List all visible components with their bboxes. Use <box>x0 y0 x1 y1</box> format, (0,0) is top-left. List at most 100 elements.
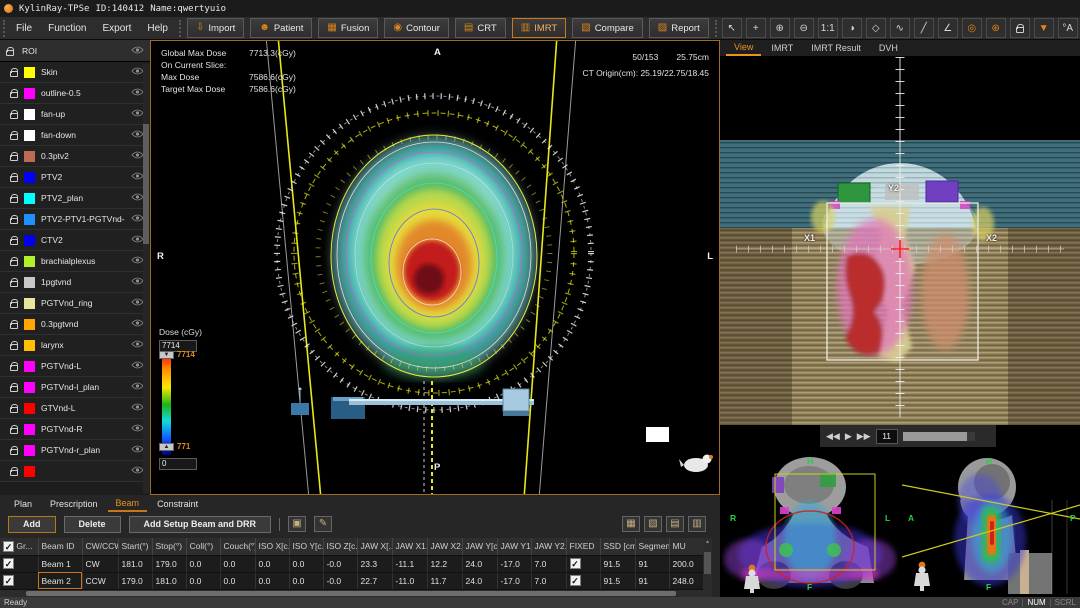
beam-value-cell[interactable]: -11.0 <box>392 572 427 589</box>
menu-export[interactable]: Export <box>94 23 139 34</box>
roi-row[interactable]: PGTVnd-L <box>0 356 150 377</box>
roi-row[interactable]: fan-up <box>0 104 150 125</box>
roi-row[interactable]: 0.3pgtvnd <box>0 314 150 335</box>
tab-imrt[interactable]: IMRT <box>763 42 801 55</box>
save-beam-template-icon[interactable]: ▣ <box>288 516 306 532</box>
beam-value-cell[interactable]: 24.0 <box>462 555 497 572</box>
beam-select-cell[interactable]: ✓ <box>0 572 38 589</box>
beam-value-cell[interactable]: 181.0 <box>118 555 152 572</box>
lock-icon[interactable] <box>10 386 18 392</box>
beam-fixed-cell[interactable]: ✓ <box>566 572 600 589</box>
beam-value-cell[interactable]: -0.0 <box>323 555 357 572</box>
play-icon[interactable]: ▶ <box>845 431 852 441</box>
target-tool-button[interactable]: ◎ <box>962 18 982 38</box>
roi-row[interactable]: PTV2-PTV1-PGTVnd-PGTVn: <box>0 209 150 230</box>
opposed-beam-icon[interactable]: ▧ <box>644 516 662 532</box>
module-compare-button[interactable]: ▧Compare <box>572 18 643 38</box>
beam-value-cell[interactable]: -0.0 <box>323 572 357 589</box>
column-header[interactable]: Coll(°) <box>186 538 220 555</box>
roi-row[interactable]: GTVnd-L <box>0 398 150 419</box>
column-header[interactable]: SSD [cm] <box>600 538 635 555</box>
lock-icon[interactable] <box>10 239 18 245</box>
actual-size-tool-button[interactable]: 1:1 <box>818 18 838 38</box>
add-beam-button[interactable]: Add <box>8 516 56 533</box>
beam-value-cell[interactable]: 0.0 <box>255 572 289 589</box>
beam-row[interactable]: ✓Beam 1CW181.0179.00.00.00.00.0-0.023.3-… <box>0 555 704 572</box>
window-level-tool-button[interactable]: ◑ <box>842 18 862 38</box>
fixed-checkbox[interactable]: ✓ <box>570 575 581 586</box>
roi-row[interactable]: CTV2 <box>0 230 150 251</box>
beam-value-cell[interactable]: 91.5 <box>600 572 635 589</box>
lock-icon[interactable] <box>10 134 18 140</box>
eye-icon[interactable] <box>131 46 144 56</box>
beam-eye-view[interactable]: Y2 X1 X2 ◀◀ ▶ ▶▶ 11 <box>720 57 1080 455</box>
beam-value-cell[interactable]: 248.0 <box>669 572 704 589</box>
roi-row[interactable]: PGTVnd-l_plan <box>0 377 150 398</box>
column-header[interactable]: Start(°) <box>118 538 152 555</box>
roi-row[interactable]: fan-down <box>0 125 150 146</box>
export-table-icon[interactable]: ▤ <box>666 516 684 532</box>
beam-value-cell[interactable]: 7.0 <box>531 555 566 572</box>
column-header[interactable]: JAW X[... <box>357 538 392 555</box>
beam-id-cell[interactable]: Beam 2 <box>38 572 82 589</box>
beam-value-cell[interactable]: 0.0 <box>186 555 220 572</box>
beam-value-cell[interactable]: 0.0 <box>289 572 323 589</box>
column-header[interactable]: ISO X[c... <box>255 538 289 555</box>
lock-icon[interactable] <box>10 449 18 455</box>
segment-slider[interactable] <box>903 432 975 441</box>
lock-tool-button[interactable] <box>1010 18 1030 38</box>
lock-icon[interactable] <box>10 302 18 308</box>
module-import-button[interactable]: ⇩Import <box>187 18 244 38</box>
module-fusion-button[interactable]: ▦Fusion <box>318 18 378 38</box>
menu-help[interactable]: Help <box>139 23 176 34</box>
lock-icon[interactable] <box>10 176 18 182</box>
lock-icon[interactable] <box>10 323 18 329</box>
lock-icon[interactable] <box>6 50 14 56</box>
table-vertical-scrollbar[interactable]: ▴ <box>703 538 712 590</box>
beam-value-cell[interactable]: 91.5 <box>600 555 635 572</box>
column-header[interactable]: Segment <box>635 538 669 555</box>
beam-row[interactable]: ✓Beam 2CCW179.0181.00.00.00.00.0-0.022.7… <box>0 572 704 589</box>
beam-value-cell[interactable]: 23.3 <box>357 555 392 572</box>
column-header[interactable]: ✓ Gr... <box>0 538 38 555</box>
roi-row[interactable]: 1pgtvnd <box>0 272 150 293</box>
fast-forward-icon[interactable]: ▶▶ <box>857 431 871 441</box>
beam-value-cell[interactable]: 179.0 <box>152 555 186 572</box>
lock-icon[interactable] <box>10 470 18 476</box>
zoom-in-tool-button[interactable]: ⊕ <box>770 18 790 38</box>
menu-file[interactable]: File <box>8 23 40 34</box>
coronal-view[interactable]: H R L F <box>722 455 898 594</box>
lock-icon[interactable] <box>10 218 18 224</box>
tab-prescription[interactable]: Prescription <box>42 497 106 511</box>
lock-icon[interactable] <box>10 155 18 161</box>
lock-icon[interactable] <box>10 197 18 203</box>
beam-value-cell[interactable]: CW <box>82 555 118 572</box>
beam-select-cell[interactable]: ✓ <box>0 555 38 572</box>
lock-icon[interactable] <box>10 428 18 434</box>
column-header[interactable]: ISO Y[c... <box>289 538 323 555</box>
beam-value-cell[interactable]: 24.0 <box>462 572 497 589</box>
lock-icon[interactable] <box>10 92 18 98</box>
column-header[interactable]: JAW X2... <box>427 538 462 555</box>
roi-row[interactable]: PGTVnd-R <box>0 419 150 440</box>
rewind-icon[interactable]: ◀◀ <box>826 431 840 441</box>
roi-row[interactable]: 0.3ptv2 <box>0 146 150 167</box>
angle-tool-button[interactable]: ∠ <box>938 18 958 38</box>
table-horizontal-scrollbar[interactable] <box>0 590 712 597</box>
beam-value-cell[interactable]: 0.0 <box>220 572 255 589</box>
tab-dvh[interactable]: DVH <box>871 42 906 55</box>
module-crt-button[interactable]: ▤CRT <box>455 18 506 38</box>
column-header[interactable]: FIXED <box>566 538 600 555</box>
beam-value-cell[interactable]: 7.0 <box>531 572 566 589</box>
beam-checkbox[interactable]: ✓ <box>3 558 14 569</box>
roi-row[interactable]: Skin <box>0 62 150 83</box>
tab-beam[interactable]: Beam <box>108 496 148 512</box>
module-contour-button[interactable]: ◉Contour <box>384 18 449 38</box>
lock-icon[interactable] <box>10 281 18 287</box>
column-header[interactable]: Stop(°) <box>152 538 186 555</box>
save-image-tool-button[interactable]: ▼ <box>1034 18 1054 38</box>
beam-value-cell[interactable]: 0.0 <box>186 572 220 589</box>
copy-beam-icon[interactable]: ▦ <box>622 516 640 532</box>
module-report-button[interactable]: ▨Report <box>649 18 709 38</box>
measure-tool-button[interactable]: ╱ <box>914 18 934 38</box>
